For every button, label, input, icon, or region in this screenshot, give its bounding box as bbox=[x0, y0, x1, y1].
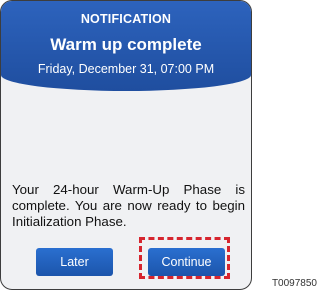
dialog-header: NOTIFICATION Warm up complete Friday, De… bbox=[1, 1, 251, 91]
dialog-message: Your 24-hour Warm-Up Phase is complete. … bbox=[12, 182, 245, 229]
dialog-datetime: Friday, December 31, 07:00 PM bbox=[37, 62, 215, 76]
continue-button[interactable]: Continue bbox=[148, 248, 225, 276]
later-button[interactable]: Later bbox=[36, 248, 113, 276]
notification-dialog: NOTIFICATION Warm up complete Friday, De… bbox=[0, 0, 252, 290]
dialog-kicker: NOTIFICATION bbox=[80, 12, 172, 26]
dialog-title: Warm up complete bbox=[50, 35, 202, 54]
reference-code: T0097850 bbox=[270, 278, 318, 289]
